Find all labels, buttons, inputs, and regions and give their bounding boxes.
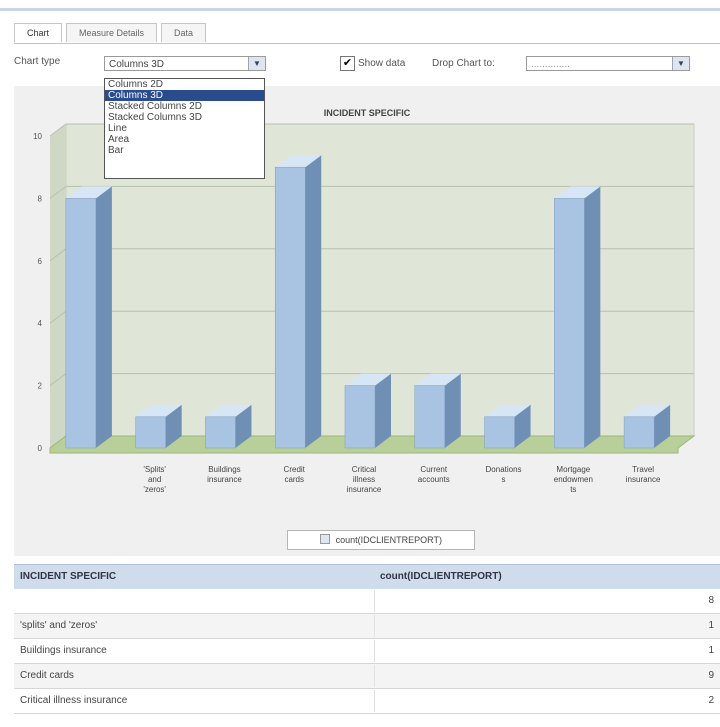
chart-type-dropdown-list[interactable]: Columns 2D Columns 3D Stacked Columns 2D…: [104, 78, 265, 179]
bar: [484, 416, 515, 449]
cell-divider: [374, 665, 375, 687]
y-tick-label: 4: [38, 319, 43, 328]
table-row: Credit cards 9: [14, 664, 720, 689]
bar: [623, 416, 655, 449]
x-tick-label: insurance: [347, 485, 382, 494]
x-tick-label: Travel: [632, 465, 654, 474]
x-tick-label: illness: [353, 475, 375, 484]
chart-type-select[interactable]: Columns 3D ▼: [104, 56, 266, 71]
x-tick-label: Credit: [284, 465, 306, 474]
dropdown-option[interactable]: Area: [105, 134, 264, 145]
x-tick-label: cards: [284, 475, 304, 484]
row-label: 'splits' and 'zeros': [20, 620, 98, 631]
table-row: Buildings insurance 1: [14, 639, 720, 664]
checkmark-icon: ✔: [342, 57, 353, 69]
legend-marker-icon: [320, 534, 331, 544]
bar: [135, 416, 166, 449]
tab-strip: Chart Measure Details Data: [14, 23, 210, 43]
table-header: INCIDENT SPECIFIC count(IDCLIENTREPORT): [14, 564, 720, 589]
x-tick-label: ts: [570, 485, 576, 494]
data-table: INCIDENT SPECIFIC count(IDCLIENTREPORT) …: [14, 564, 720, 714]
dropdown-option[interactable]: Stacked Columns 3D: [105, 112, 264, 123]
chart-type-value: Columns 3D: [109, 59, 165, 70]
table-row: Critical illness insurance 2: [14, 689, 720, 714]
drop-chart-value: ..............: [531, 59, 570, 70]
row-label: Critical illness insurance: [20, 695, 128, 706]
chart-legend: count(IDCLIENTREPORT): [287, 530, 475, 550]
x-tick-label: endowmen: [554, 475, 593, 484]
row-value: 8: [708, 595, 714, 606]
row-value: 1: [708, 645, 714, 656]
cell-divider: [374, 640, 375, 662]
dropdown-option[interactable]: Columns 2D: [105, 79, 264, 90]
dropdown-option[interactable]: Stacked Columns 2D: [105, 101, 264, 112]
y-tick-label: 2: [38, 382, 43, 391]
x-tick-label: Mortgage: [556, 465, 590, 474]
row-value: 1: [708, 620, 714, 631]
tab-data[interactable]: Data: [161, 23, 207, 42]
x-tick-label: and: [148, 475, 161, 484]
dropdown-option[interactable]: Bar: [105, 145, 264, 156]
chart-options-bar: Chart type Columns 3D ▼ ✔ Show data Drop…: [0, 54, 720, 80]
bar: [205, 416, 236, 449]
x-tick-label: Critical: [352, 465, 377, 474]
x-tick-label: insurance: [626, 475, 661, 484]
drop-chart-select[interactable]: .............. ▼: [526, 56, 690, 71]
y-tick-label: 10: [33, 132, 42, 141]
x-tick-label: Current: [420, 465, 447, 474]
table-row: 8: [14, 589, 720, 614]
chevron-down-icon[interactable]: ▼: [248, 57, 265, 70]
bar: [274, 166, 306, 449]
tab-chart[interactable]: Chart: [14, 23, 63, 42]
bar-side: [584, 186, 601, 448]
x-tick-label: Buildings: [208, 465, 240, 474]
row-label: Credit cards: [20, 670, 74, 681]
row-value: 2: [708, 695, 714, 706]
x-tick-label: s: [502, 475, 506, 484]
tab-measure-details[interactable]: Measure Details: [66, 23, 158, 42]
bar: [414, 385, 446, 449]
drop-chart-label: Drop Chart to:: [432, 58, 495, 69]
row-label: Buildings insurance: [20, 645, 107, 656]
x-tick-label: 'zeros': [143, 485, 166, 494]
bar-side: [305, 155, 322, 448]
dropdown-option-selected[interactable]: Columns 3D: [105, 90, 264, 101]
chevron-down-icon[interactable]: ▼: [672, 57, 689, 70]
row-value: 9: [708, 670, 714, 681]
column-header-count[interactable]: count(IDCLIENTREPORT): [380, 565, 502, 589]
table-row: 'splits' and 'zeros' 1: [14, 614, 720, 639]
chart-title: INCIDENT SPECIFIC: [324, 108, 411, 118]
cell-divider: [374, 615, 375, 637]
bar: [344, 385, 376, 449]
bar-side: [375, 373, 391, 448]
y-tick-label: 6: [38, 257, 43, 266]
x-tick-label: accounts: [418, 475, 450, 484]
cell-divider: [374, 590, 375, 612]
x-tick-label: 'Splits': [143, 465, 166, 474]
show-data-label: Show data: [358, 58, 406, 69]
bar-side: [95, 186, 112, 448]
bar-side: [444, 373, 461, 448]
x-tick-label: insurance: [207, 475, 242, 484]
chart-type-label: Chart type: [14, 56, 61, 67]
tab-divider: [14, 43, 720, 44]
dropdown-option[interactable]: Line: [105, 123, 264, 134]
chart-side-wall: [50, 124, 66, 448]
x-tick-label: Donations: [486, 465, 522, 474]
bar: [65, 198, 97, 449]
show-data-checkbox[interactable]: ✔: [340, 56, 355, 71]
legend-label: count(IDCLIENTREPORT): [335, 535, 442, 545]
column-header-incident[interactable]: INCIDENT SPECIFIC: [20, 565, 116, 589]
bar: [554, 198, 585, 449]
top-border: [0, 0, 720, 11]
y-tick-label: 0: [38, 444, 43, 453]
y-tick-label: 8: [38, 194, 43, 203]
cell-divider: [374, 690, 375, 712]
